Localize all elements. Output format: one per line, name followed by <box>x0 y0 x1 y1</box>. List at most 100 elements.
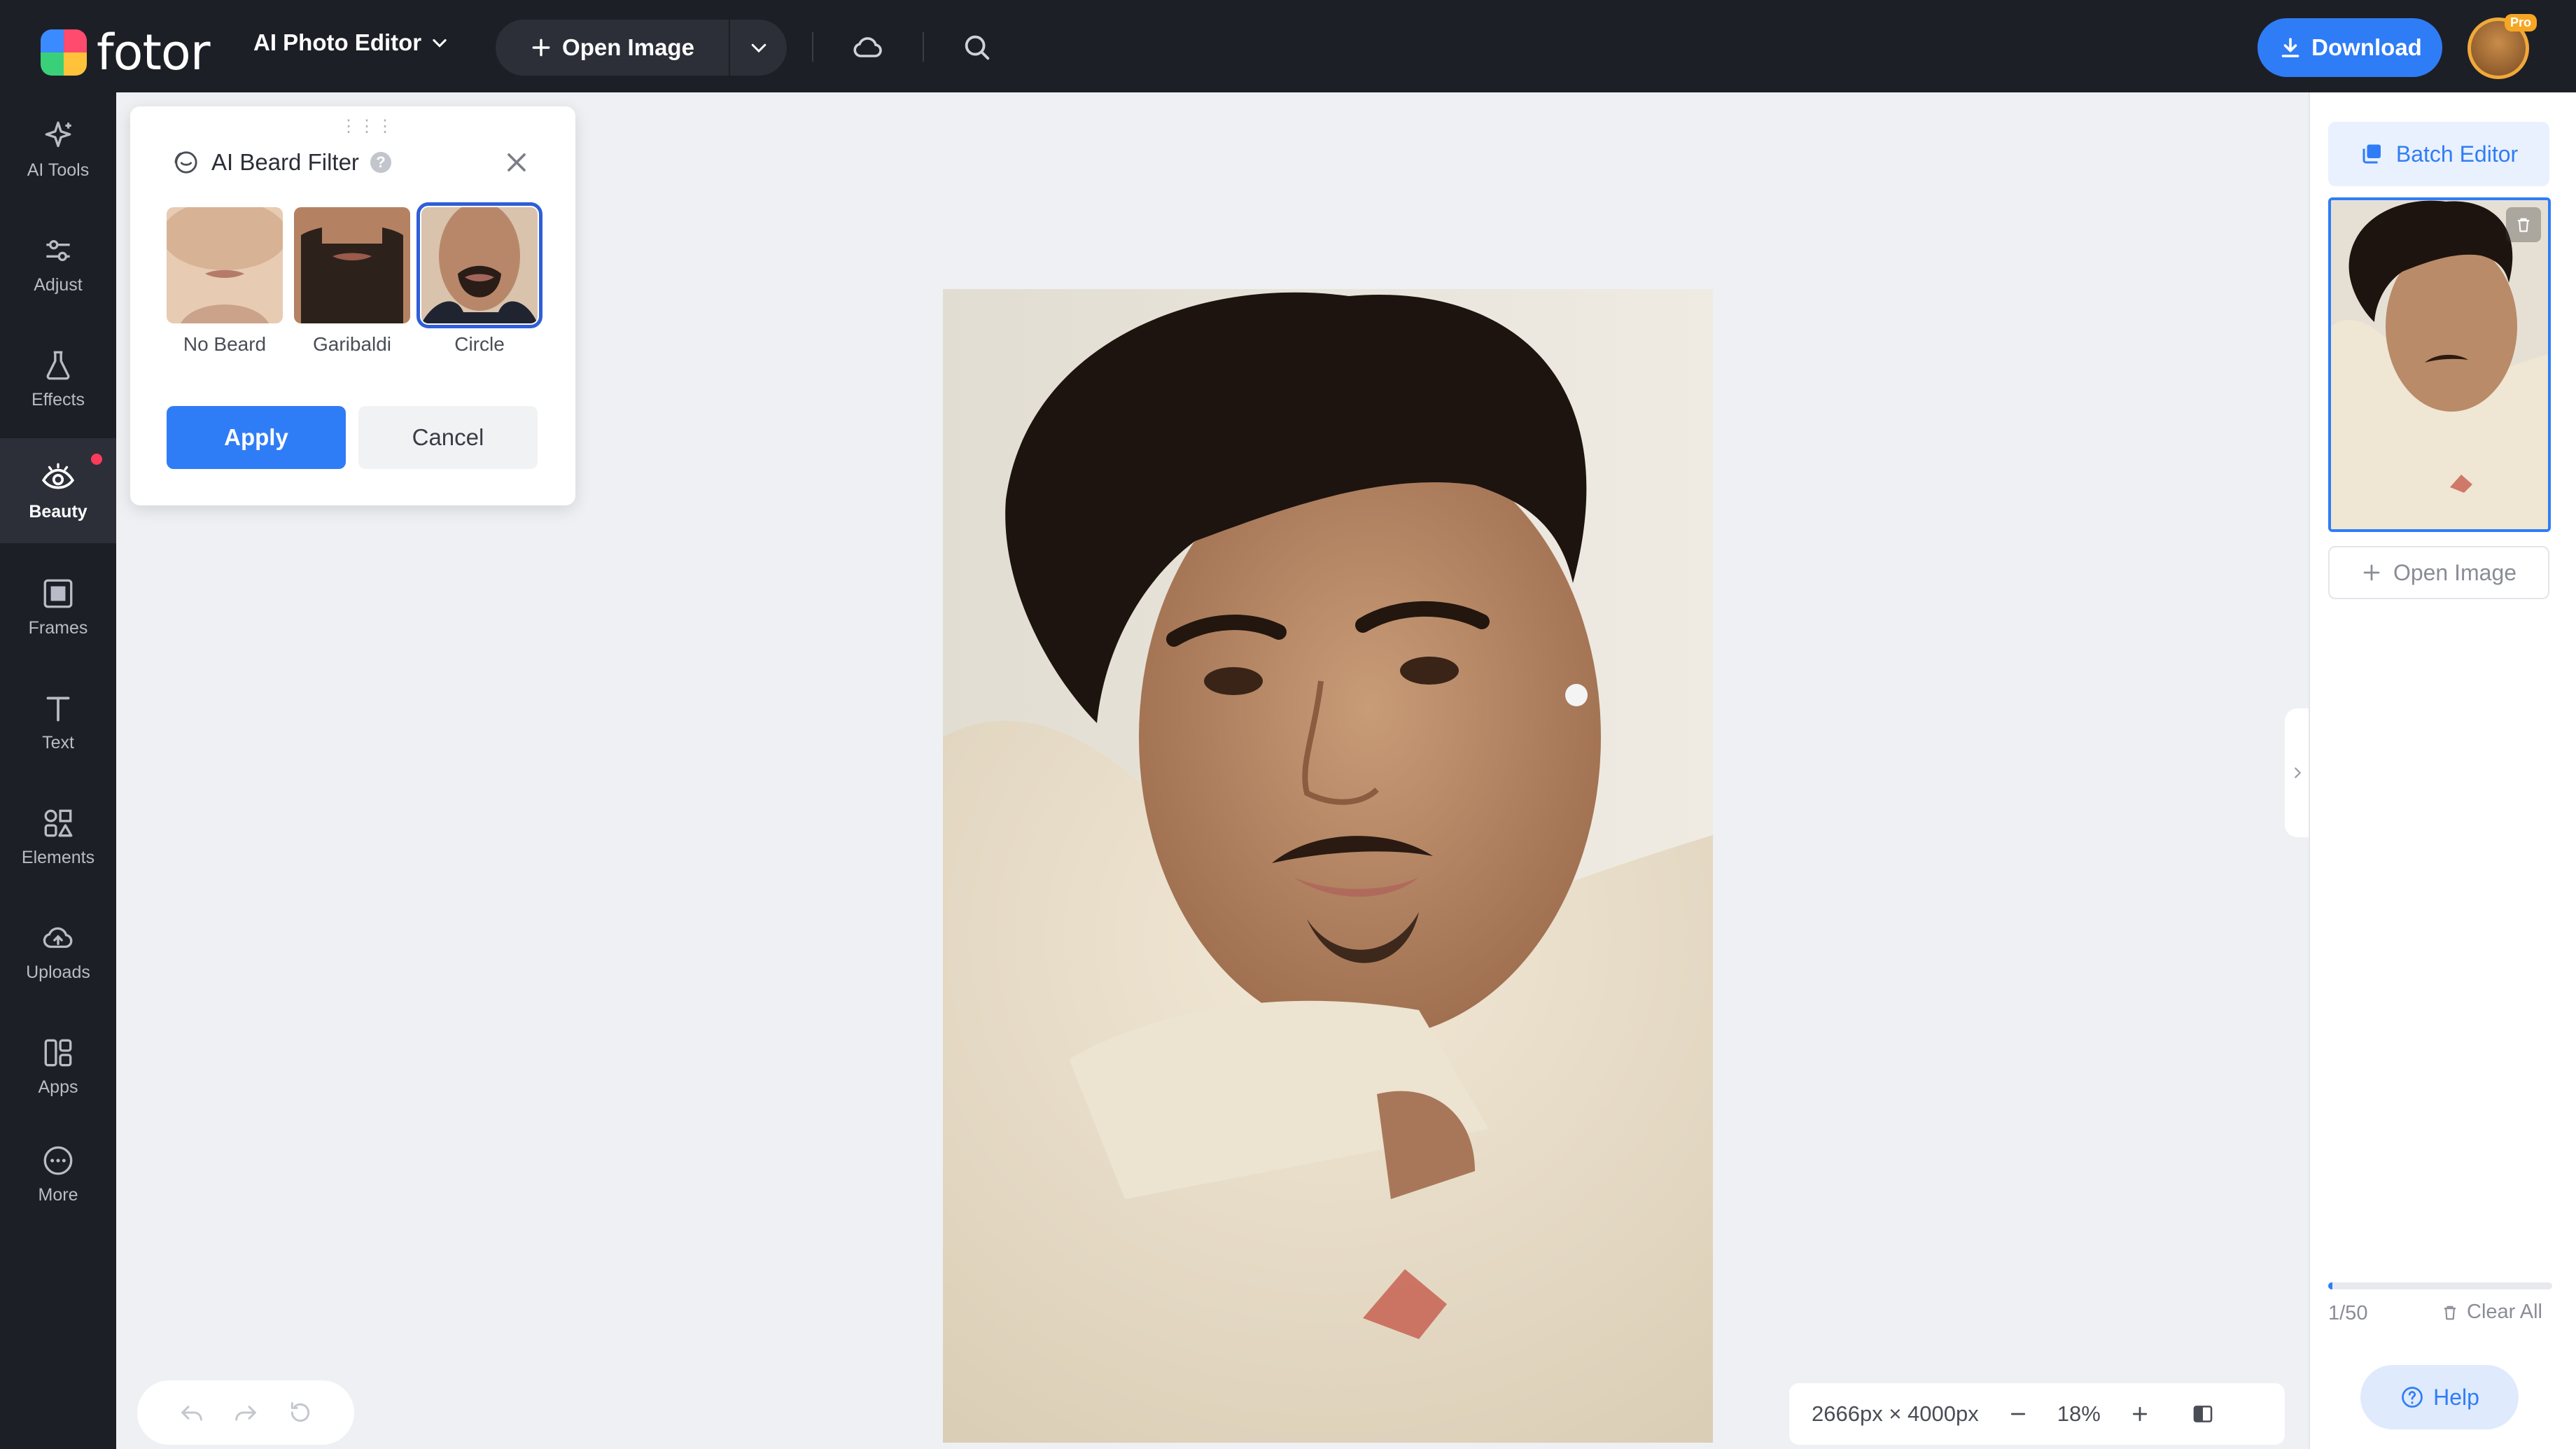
reset-icon[interactable] <box>286 1399 314 1427</box>
batch-editor-button[interactable]: Batch Editor <box>2328 122 2549 186</box>
panel-title: AI Beard Filter <box>211 149 359 175</box>
nav-item-elements[interactable]: Elements <box>0 784 116 889</box>
image-dimensions: 2666px × 4000px <box>1812 1401 1979 1426</box>
flask-icon <box>46 351 70 379</box>
eye-icon <box>41 463 75 489</box>
collapse-panel-button[interactable] <box>2285 708 2310 837</box>
nav-label: Uploads <box>26 962 90 982</box>
chevron-down-icon <box>751 43 766 53</box>
cloud-icon[interactable] <box>848 28 888 67</box>
download-button[interactable]: Download <box>2258 18 2442 77</box>
nav-item-frames[interactable]: Frames <box>0 554 116 659</box>
nav-item-apps[interactable]: Apps <box>0 1014 116 1119</box>
nav-item-more[interactable]: More <box>0 1121 116 1226</box>
close-icon[interactable] <box>501 147 532 178</box>
edited-photo[interactable] <box>943 289 1713 1443</box>
nav-label: Beauty <box>29 501 88 522</box>
drag-handle-icon[interactable]: ⋮⋮⋮ <box>340 116 395 136</box>
plus-icon <box>2363 564 2380 581</box>
open-image-group: Open Image <box>496 20 787 76</box>
right-panel: Batch Editor Open Image 1/50 Clear All H… <box>2309 92 2576 1449</box>
beard-option-circle[interactable]: Circle <box>416 202 542 356</box>
nav-label: Elements <box>21 847 95 867</box>
divider <box>923 32 924 62</box>
nav-label: Frames <box>28 617 88 638</box>
ai-beard-filter-panel: ⋮⋮⋮ AI Beard Filter ? No Beard Garibaldi… <box>130 106 575 505</box>
cancel-button[interactable]: Cancel <box>358 406 538 469</box>
history-toolbar <box>137 1380 354 1445</box>
download-label: Download <box>2311 34 2422 60</box>
frame-icon <box>43 579 73 608</box>
option-label: No Beard <box>183 333 267 355</box>
option-label: Garibaldi <box>312 333 392 355</box>
zoom-out-icon[interactable] <box>2004 1400 2032 1428</box>
shapes-icon <box>44 809 73 836</box>
chevron-down-icon <box>433 38 447 48</box>
divider <box>812 32 813 62</box>
clear-all-label: Clear All <box>2467 1301 2542 1323</box>
undo-icon[interactable] <box>178 1399 206 1427</box>
nav-label: AI Tools <box>27 160 90 180</box>
fotor-logo[interactable]: fotor <box>41 24 211 81</box>
image-count-progress <box>2328 1282 2552 1289</box>
chevron-right-icon <box>2295 767 2302 778</box>
nav-item-adjust[interactable]: Adjust <box>0 211 116 316</box>
sparkle-icon <box>45 121 71 147</box>
nav-label: More <box>38 1184 78 1205</box>
panel-header: AI Beard Filter ? <box>172 148 391 176</box>
help-circle-icon <box>2402 1387 2423 1408</box>
option-thumbnail <box>416 202 542 328</box>
zoom-toolbar: 2666px × 4000px 18% <box>1789 1383 2285 1445</box>
editor-menu[interactable]: AI Photo Editor <box>253 29 449 56</box>
help-button[interactable]: Help <box>2360 1365 2519 1429</box>
beard-option-garibaldi[interactable]: Garibaldi <box>294 207 410 356</box>
layers-icon <box>2362 144 2381 164</box>
nav-item-beauty[interactable]: Beauty <box>0 438 116 543</box>
open-image-dropdown[interactable] <box>730 20 787 76</box>
nav-item-effects[interactable]: Effects <box>0 326 116 431</box>
image-thumbnail[interactable] <box>2328 197 2551 532</box>
download-icon <box>2281 38 2300 57</box>
option-thumbnail <box>167 207 283 323</box>
search-icon[interactable] <box>958 28 997 67</box>
option-label: Circle <box>454 333 505 355</box>
help-question-icon[interactable]: ? <box>370 152 391 173</box>
zoom-level[interactable]: 18% <box>2057 1401 2101 1427</box>
nav-item-uploads[interactable]: Uploads <box>0 899 116 1004</box>
open-image-secondary-button[interactable]: Open Image <box>2328 546 2549 599</box>
nav-label: Adjust <box>34 274 83 295</box>
option-thumbnail <box>294 207 410 323</box>
nav-label: Text <box>42 732 74 752</box>
logo-icon <box>41 29 87 76</box>
nav-label: Effects <box>31 389 85 410</box>
sliders-icon <box>46 239 70 261</box>
beard-option-no-beard[interactable]: No Beard <box>167 207 283 356</box>
left-navigation: AI Tools Adjust Effects Beauty Frames Te… <box>0 92 116 1449</box>
beard-filter-icon <box>174 151 197 174</box>
open-image-label: Open Image <box>2393 559 2517 585</box>
redo-icon[interactable] <box>232 1399 260 1427</box>
image-count: 1/50 <box>2328 1302 2368 1324</box>
cloud-upload-icon <box>43 927 73 948</box>
trash-icon <box>2444 1306 2456 1320</box>
plus-icon <box>532 38 550 57</box>
clear-all-button[interactable]: Clear All <box>2440 1301 2542 1324</box>
batch-editor-label: Batch Editor <box>2395 141 2519 167</box>
progress-fill <box>2328 1282 2333 1289</box>
compare-icon[interactable] <box>2189 1400 2217 1428</box>
pro-badge: Pro <box>2505 14 2538 31</box>
more-icon <box>43 1146 73 1175</box>
notification-dot <box>91 454 102 465</box>
apps-icon <box>44 1039 72 1066</box>
top-bar: fotor AI Photo Editor Open Image Downloa… <box>0 0 2576 92</box>
portrait-image <box>943 289 1713 1443</box>
nav-item-text[interactable]: Text <box>0 669 116 774</box>
open-image-label: Open Image <box>562 34 694 60</box>
open-image-button[interactable]: Open Image <box>496 20 730 76</box>
trash-icon[interactable] <box>2506 207 2541 242</box>
apply-button[interactable]: Apply <box>167 406 346 469</box>
nav-item-ai-tools[interactable]: AI Tools <box>0 97 116 202</box>
help-label: Help <box>2433 1384 2479 1410</box>
text-icon <box>46 696 70 722</box>
zoom-in-icon[interactable] <box>2126 1400 2154 1428</box>
